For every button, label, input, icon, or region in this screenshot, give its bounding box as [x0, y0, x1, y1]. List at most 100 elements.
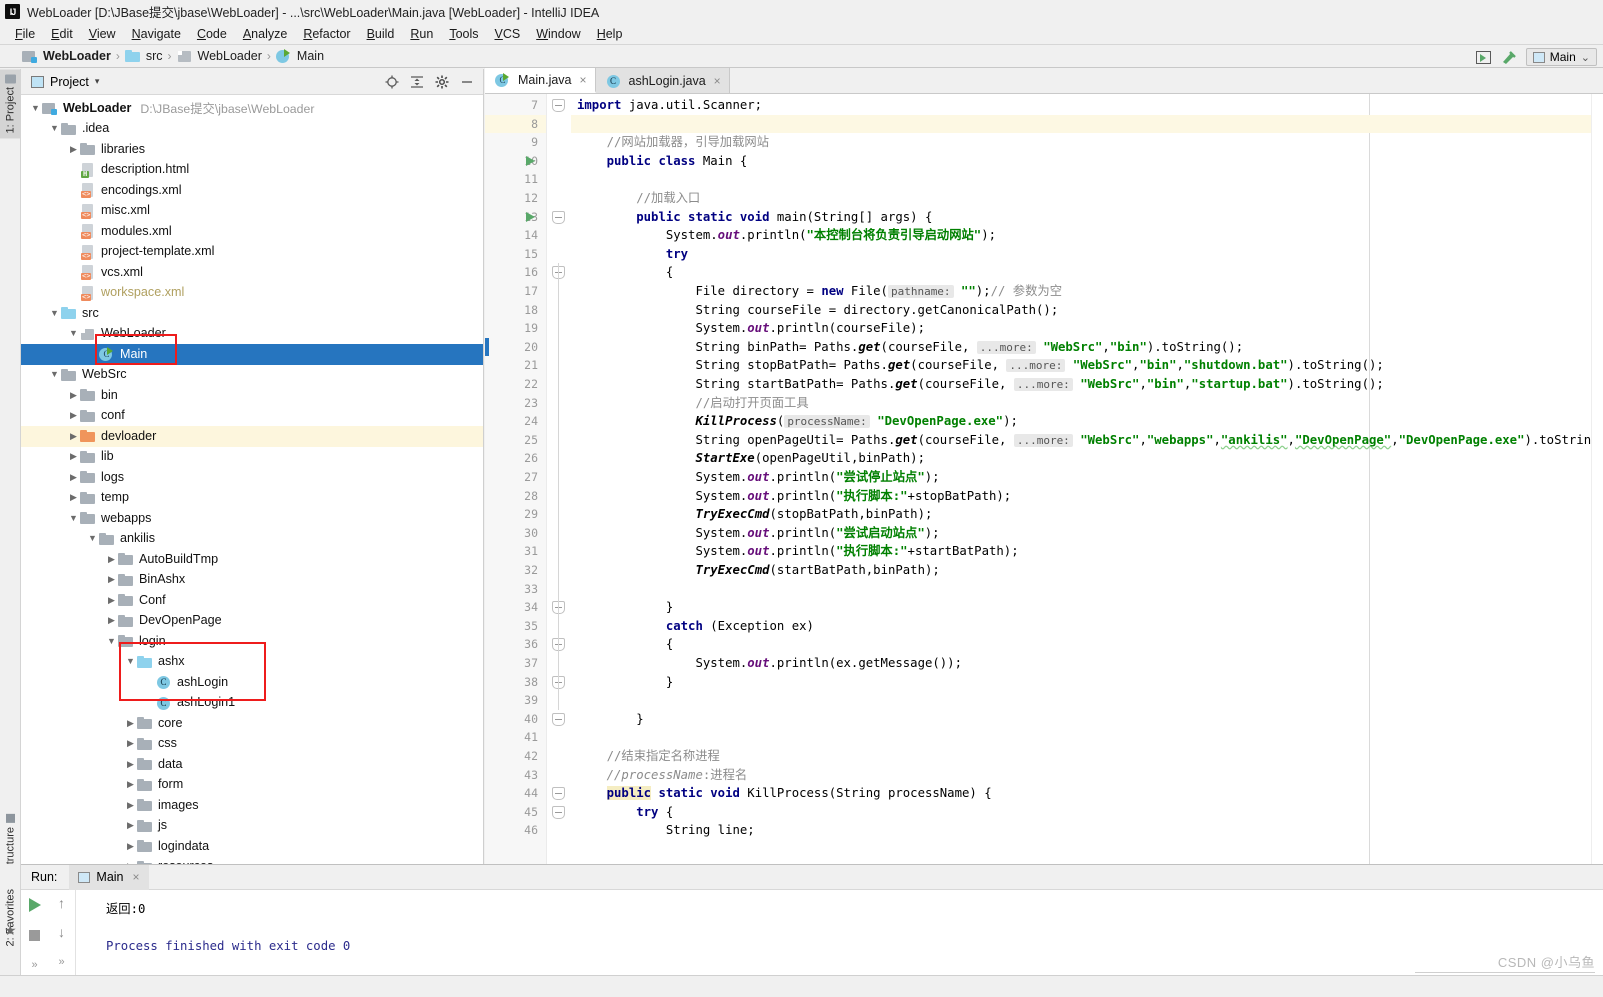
tree-node--idea[interactable]: ▼ .idea [21, 119, 483, 140]
run-console-output[interactable]: 返回:0 Process finished with exit code 0 [76, 890, 1603, 975]
code-fold-toggle[interactable] [552, 712, 565, 726]
close-icon[interactable]: × [133, 870, 140, 884]
run-with-coverage-icon[interactable] [1475, 50, 1491, 64]
menu-item-window[interactable]: Window [528, 26, 588, 42]
breadcrumb-item-main[interactable]: Main [275, 48, 324, 64]
tree-node-workspace-xml[interactable]: workspace.xml [21, 283, 483, 304]
tree-node-main[interactable]: C Main [21, 344, 483, 365]
tree-node-misc-xml[interactable]: misc.xml [21, 201, 483, 222]
tree-node-logs[interactable]: ▶ logs [21, 467, 483, 488]
breadcrumb-item-src[interactable]: src [124, 48, 163, 64]
chevron-down-icon[interactable]: ▼ [48, 122, 61, 135]
tree-node-ashlogin1[interactable]: CashLogin1 [21, 693, 483, 714]
tree-node-conf[interactable]: ▶ conf [21, 406, 483, 427]
chevron-right-icon[interactable]: ▶ [67, 430, 80, 443]
chevron-down-icon[interactable]: ▼ [86, 532, 99, 545]
code-editor[interactable]: 7 8 9 10 11 12 13 14 15 16 17 18 19 20 21 22 23 24 25 26 27 2… [485, 94, 1603, 864]
menu-item-help[interactable]: Help [589, 26, 631, 42]
tool-tab-favorites[interactable]: 2: Favorites [0, 884, 21, 951]
code-fold-toggle[interactable] [552, 787, 565, 801]
chevron-right-icon[interactable]: ▶ [124, 758, 137, 771]
settings-gear-icon[interactable] [435, 75, 449, 89]
tree-node-form[interactable]: ▶ form [21, 775, 483, 796]
tree-node-ashx[interactable]: ▼ ashx [21, 652, 483, 673]
run-configuration-selector[interactable]: Main ⌄ [1525, 48, 1597, 66]
close-icon[interactable]: × [714, 74, 721, 88]
tree-node-libraries[interactable]: ▶ libraries [21, 139, 483, 160]
tree-node-temp[interactable]: ▶ temp [21, 488, 483, 509]
chevron-right-icon[interactable]: ▶ [124, 819, 137, 832]
chevron-right-icon[interactable]: ▶ [105, 573, 118, 586]
code-fold-toggle[interactable] [552, 99, 565, 112]
chevron-right-icon[interactable]: ▶ [105, 553, 118, 566]
tree-node-webloader[interactable]: ▼ WebLoader D:\JBase提交\jbase\WebLoader [21, 98, 483, 119]
project-panel-title-group[interactable]: Project ▾ [31, 75, 99, 89]
menu-item-refactor[interactable]: Refactor [295, 26, 358, 42]
chevron-down-icon[interactable]: ▼ [67, 512, 80, 525]
menu-item-vcs[interactable]: VCS [487, 26, 529, 42]
project-file-tree[interactable]: ▼ WebLoader D:\JBase提交\jbase\WebLoader ▼ .id… [21, 95, 483, 864]
hide-panel-icon[interactable] [460, 75, 474, 89]
tree-node-resources[interactable]: ▶resources [21, 857, 483, 864]
tree-node-vcs-xml[interactable]: vcs.xml [21, 262, 483, 283]
expand-up-icon[interactable]: ↑ [58, 896, 65, 910]
tree-node-webapps[interactable]: ▼ webapps [21, 508, 483, 529]
editor-code-column[interactable]: import java.util.Scanner; //网站加载器，引导加载网站… [571, 94, 1603, 864]
menu-item-navigate[interactable]: Navigate [124, 26, 189, 42]
tree-node-websrc[interactable]: ▼ WebSrc [21, 365, 483, 386]
more-left-icon[interactable]: » [31, 959, 37, 971]
tree-node-bin[interactable]: ▶ bin [21, 385, 483, 406]
tree-node-description-html[interactable]: description.html [21, 160, 483, 181]
tree-node-data[interactable]: ▶ data [21, 754, 483, 775]
menu-item-edit[interactable]: Edit [43, 26, 81, 42]
chevron-right-icon[interactable]: ▶ [67, 471, 80, 484]
chevron-right-icon[interactable]: ▶ [67, 389, 80, 402]
breadcrumb-item-webloader[interactable]: WebLoader [177, 48, 262, 64]
chevron-right-icon[interactable]: ▶ [124, 840, 137, 853]
favorites-star-icon[interactable]: ★ [4, 922, 17, 939]
chevron-right-icon[interactable]: ▶ [124, 737, 137, 750]
chevron-right-icon[interactable]: ▶ [124, 799, 137, 812]
tree-node-lib[interactable]: ▶ lib [21, 447, 483, 468]
tree-node-webloader[interactable]: ▼ WebLoader [21, 324, 483, 345]
tree-node-modules-xml[interactable]: modules.xml [21, 221, 483, 242]
editor-fold-column[interactable] [547, 94, 571, 864]
run-tab-main[interactable]: Main × [69, 864, 149, 890]
editor-tab-main-java[interactable]: C Main.java × [485, 68, 596, 93]
tool-tab-project[interactable]: 1: Project [0, 69, 21, 139]
tree-node-css[interactable]: ▶ css [21, 734, 483, 755]
more-right-icon[interactable]: » [58, 956, 64, 968]
tree-node-binashx[interactable]: ▶ BinAshx [21, 570, 483, 591]
run-gutter-icon[interactable] [526, 211, 537, 223]
expand-down-icon[interactable]: ↓ [58, 925, 65, 939]
tree-node-ankilis[interactable]: ▼ ankilis [21, 529, 483, 550]
collapse-all-icon[interactable] [410, 75, 424, 89]
code-fold-toggle[interactable] [552, 210, 565, 224]
breadcrumb-item-webloader[interactable]: WebLoader [22, 48, 111, 64]
chevron-right-icon[interactable]: ▶ [105, 614, 118, 627]
build-hammer-icon[interactable] [1500, 49, 1517, 66]
locate-icon[interactable] [385, 75, 399, 89]
tree-node-encodings-xml[interactable]: encodings.xml [21, 180, 483, 201]
chevron-down-icon[interactable]: ▼ [105, 635, 118, 648]
tree-node-images[interactable]: ▶ images [21, 795, 483, 816]
menu-item-run[interactable]: Run [402, 26, 441, 42]
editor-vertical-scrollbar[interactable] [1591, 94, 1603, 864]
chevron-down-icon[interactable]: ▾ [95, 76, 100, 87]
chevron-down-icon[interactable]: ▼ [67, 327, 80, 340]
chevron-right-icon[interactable]: ▶ [124, 778, 137, 791]
chevron-down-icon[interactable]: ▼ [48, 307, 61, 320]
chevron-down-icon[interactable]: ▼ [48, 368, 61, 381]
tree-node-src[interactable]: ▼ src [21, 303, 483, 324]
chevron-right-icon[interactable]: ▶ [67, 491, 80, 504]
tree-node-autobuildtmp[interactable]: ▶ AutoBuildTmp [21, 549, 483, 570]
tree-node-ashlogin[interactable]: CashLogin [21, 672, 483, 693]
chevron-right-icon[interactable]: ▶ [67, 409, 80, 422]
menu-item-file[interactable]: File [7, 26, 43, 42]
tree-node-core[interactable]: ▶ core [21, 713, 483, 734]
chevron-right-icon[interactable]: ▶ [67, 143, 80, 156]
chevron-right-icon[interactable]: ▶ [124, 717, 137, 730]
menu-item-build[interactable]: Build [359, 26, 403, 42]
chevron-down-icon[interactable]: ▼ [124, 655, 137, 668]
stop-icon[interactable] [29, 930, 40, 941]
